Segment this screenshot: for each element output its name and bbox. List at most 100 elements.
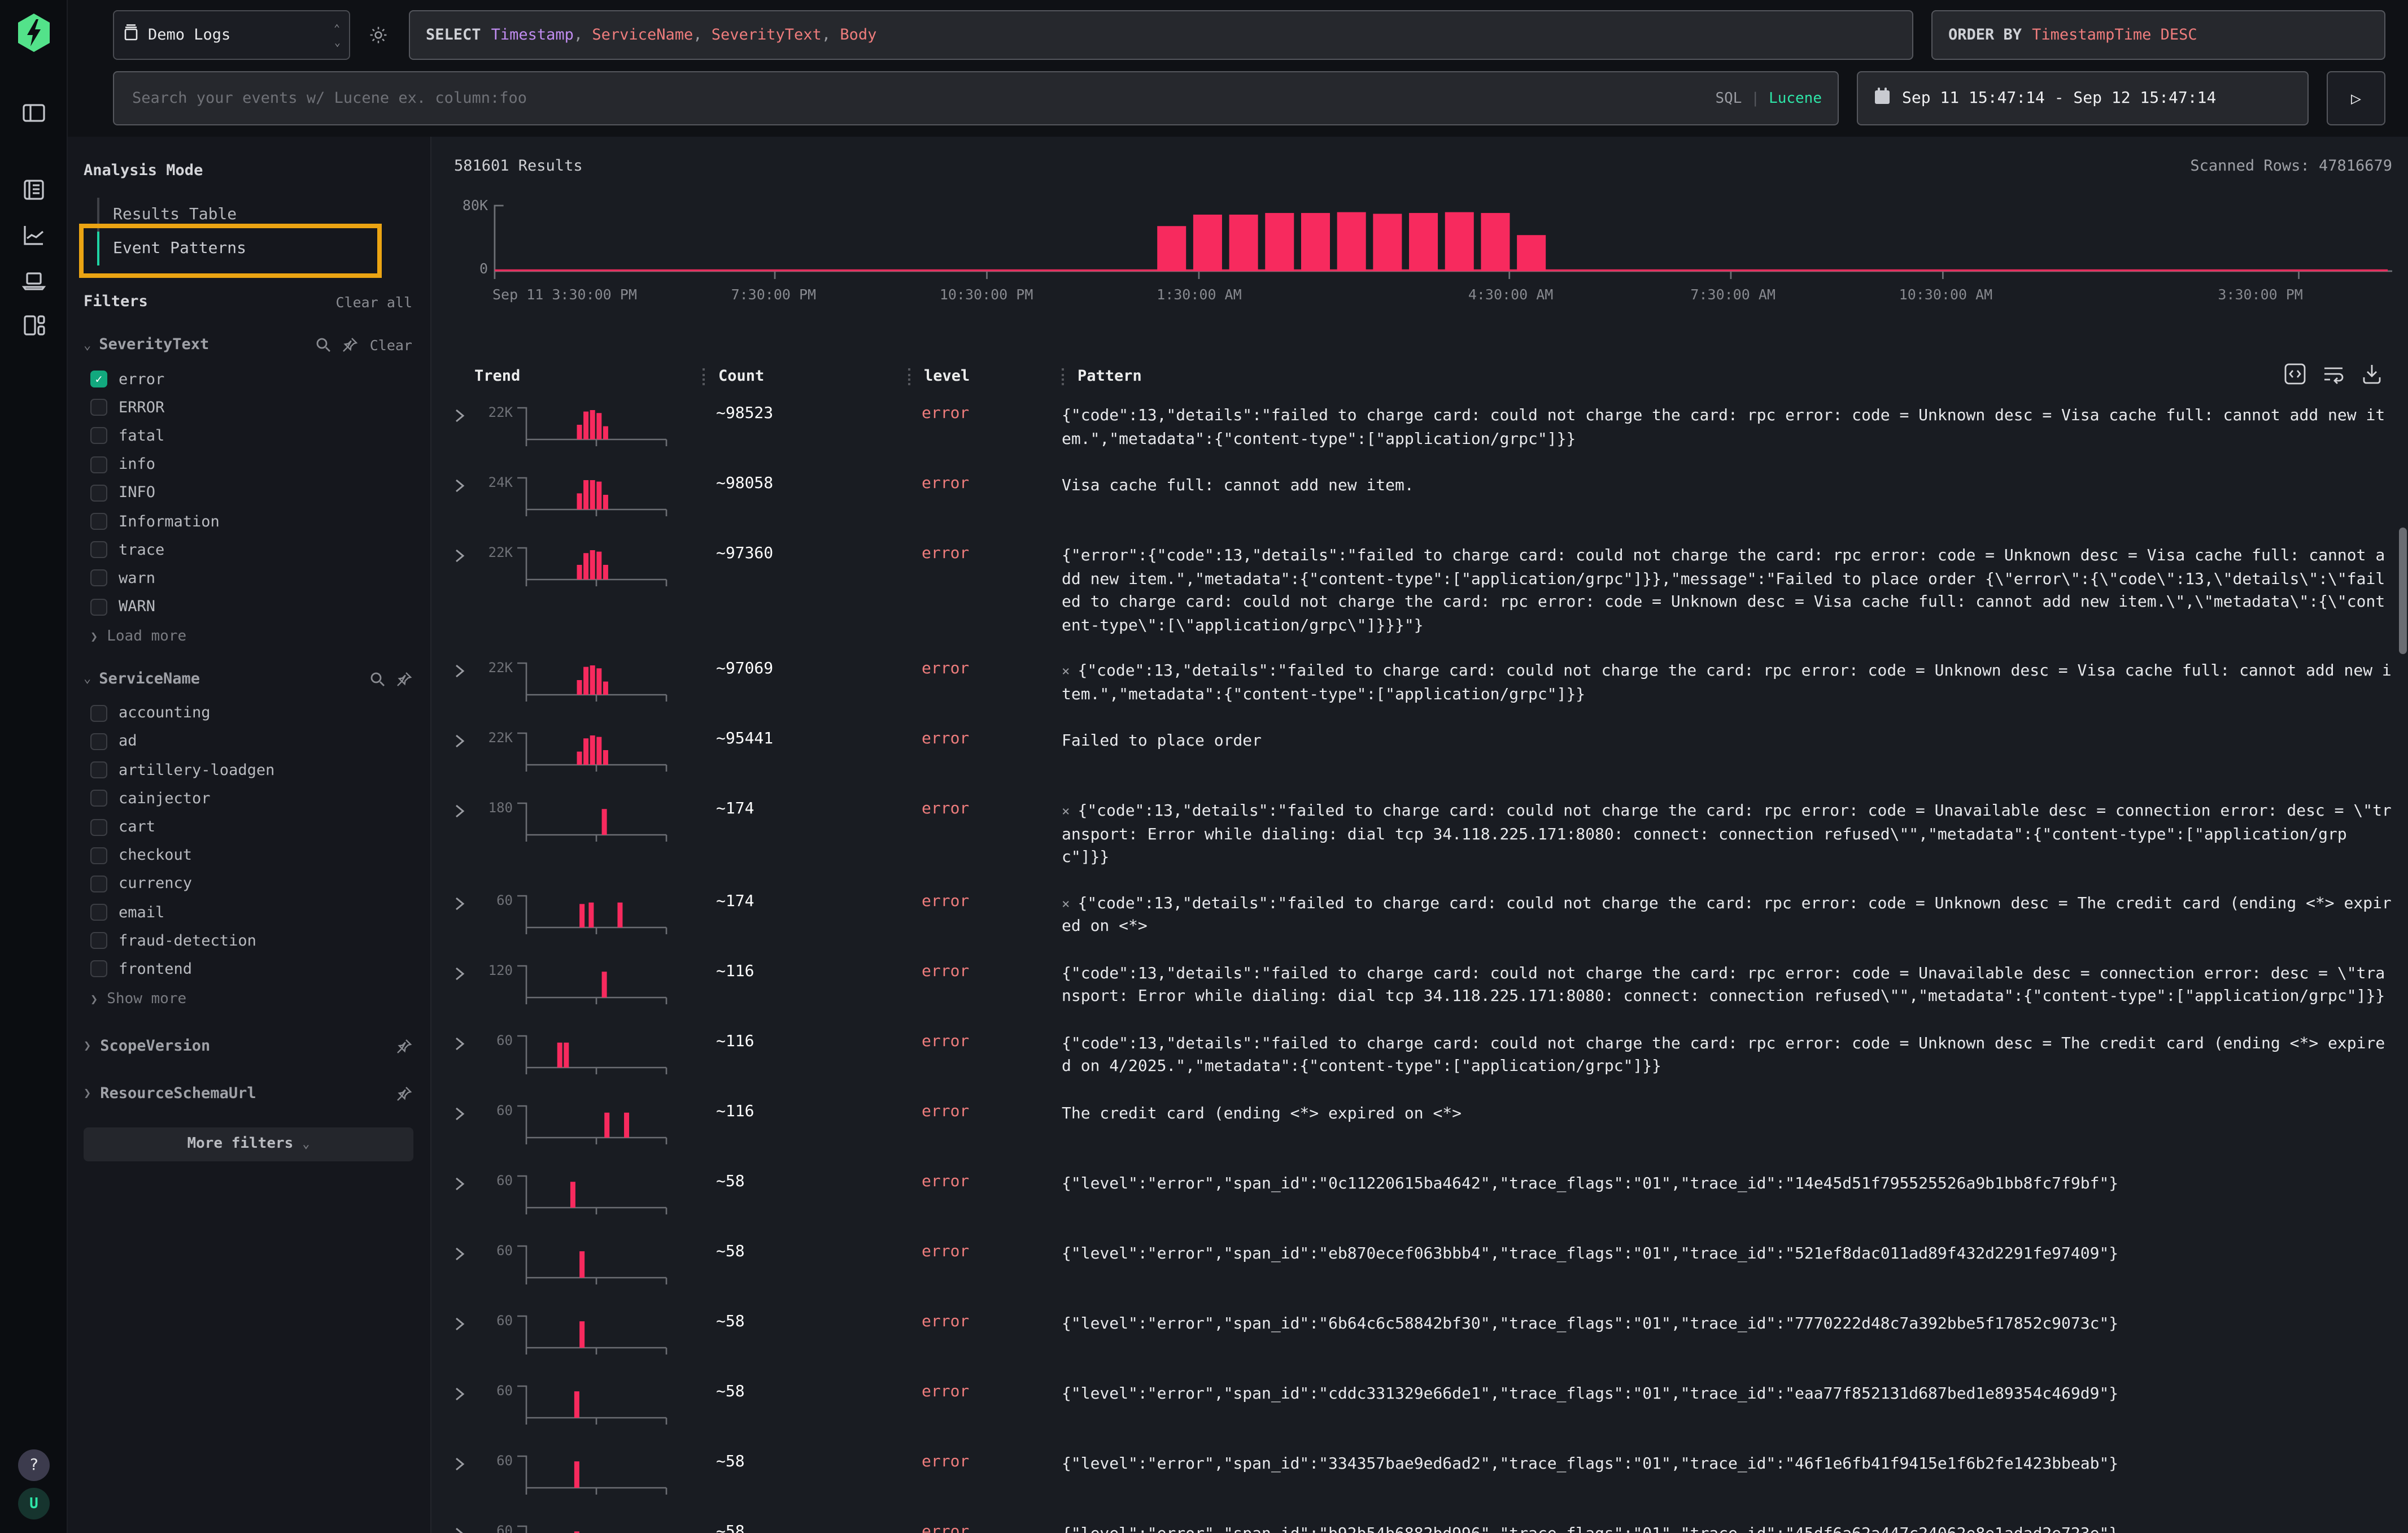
pattern-cell[interactable]: ×{"code":13,"details":"failed to charge … [1062,892,2392,938]
pattern-row[interactable]: 60~58error{"level":"error","span_id":"eb… [454,1230,2392,1300]
filter-option-info[interactable]: info [84,450,412,478]
pattern-row[interactable]: 22K~98523error{"code":13,"details":"fail… [454,392,2392,462]
expand-row-chevron-icon[interactable] [454,1527,474,1533]
checkbox[interactable] [90,761,107,778]
column-header-count[interactable]: Count [718,367,764,385]
column-header-level[interactable]: level [924,367,970,385]
expand-row-chevron-icon[interactable] [454,664,474,681]
orderby-editor[interactable]: ORDER BY TimestampTime DESC [1931,10,2385,60]
pattern-row[interactable]: 24K~98058errorVisa cache full: cannot ad… [454,462,2392,532]
pattern-cell[interactable]: The credit card (ending <*> expired on <… [1062,1102,2392,1125]
filter-option-frontend[interactable]: frontend [84,955,412,983]
filter-option-WARN[interactable]: WARN [84,593,412,621]
checkbox[interactable] [90,705,107,722]
clear-all-filters-button[interactable]: Clear all [336,293,412,310]
expand-row-chevron-icon[interactable] [454,1457,474,1474]
dashboards-icon[interactable] [21,313,46,338]
filter-option-trace[interactable]: trace [84,535,412,564]
pattern-cell[interactable]: {"code":13,"details":"failed to charge c… [1062,962,2392,1008]
filter-option-error[interactable]: ✓error [84,365,412,393]
checkbox[interactable] [90,818,107,835]
expand-row-chevron-icon[interactable] [454,1036,474,1053]
vertical-scrollbar[interactable] [2399,528,2407,654]
pattern-cell[interactable]: ×{"code":13,"details":"failed to charge … [1062,800,2392,869]
run-query-button[interactable]: ▷ [2327,71,2385,125]
pattern-row[interactable]: 60~116error{"code":13,"details":"failed … [454,1020,2392,1090]
filter-group-name[interactable]: ServiceName [99,669,200,687]
analysis-mode-item-event-patterns[interactable]: Event Patterns [97,232,366,265]
pattern-cell[interactable]: {"level":"error","span_id":"6b64c6c58842… [1062,1312,2392,1335]
clear-severity-filter[interactable]: Clear [370,336,412,353]
filter-option-fraud-detection[interactable]: fraud-detection [84,926,412,955]
pattern-row[interactable]: 60~58error{"level":"error","span_id":"0c… [454,1160,2392,1230]
checkbox[interactable] [90,933,107,950]
column-separator[interactable] [703,368,705,385]
filter-option-ad[interactable]: ad [84,728,412,756]
expand-row-chevron-icon[interactable] [454,896,474,913]
checkbox[interactable] [90,513,107,530]
pattern-cell[interactable]: {"code":13,"details":"failed to charge c… [1062,404,2392,451]
checkbox[interactable] [90,456,107,473]
filter-option-accounting[interactable]: accounting [84,699,412,727]
hyperdx-logo-icon[interactable] [15,14,51,52]
column-separator[interactable] [1062,368,1064,385]
user-avatar[interactable]: U [18,1488,50,1519]
filter-group-scopeversion[interactable]: ❯ ScopeVersion [84,1036,412,1055]
select-clause-editor[interactable]: SELECT Timestamp, ServiceName, SeverityT… [409,10,1913,60]
checkbox[interactable] [90,733,107,750]
expand-row-chevron-icon[interactable] [454,409,474,426]
pattern-row[interactable]: 60~58error{"level":"error","span_id":"cd… [454,1370,2392,1440]
filter-group-name[interactable]: SeverityText [99,336,209,354]
filter-option-ERROR[interactable]: ERROR [84,393,412,421]
pattern-cell[interactable]: {"level":"error","span_id":"eb870ecef063… [1062,1242,2392,1265]
filter-option-cainjector[interactable]: cainjector [84,785,412,813]
pin-icon[interactable] [396,1038,412,1053]
checkbox[interactable] [90,904,107,921]
expand-row-chevron-icon[interactable] [454,966,474,983]
pattern-row[interactable]: 60~58error{"level":"error","span_id":"b9… [454,1510,2392,1533]
pattern-cell[interactable]: {"code":13,"details":"failed to charge c… [1062,1032,2392,1078]
pattern-row[interactable]: 60~174error×{"code":13,"details":"failed… [454,879,2392,950]
pattern-row[interactable]: 60~58error{"level":"error","span_id":"33… [454,1440,2392,1510]
wrap-lines-icon[interactable] [2322,363,2345,385]
search-icon[interactable] [316,337,331,352]
checkbox[interactable] [90,541,107,558]
service-show-more[interactable]: ❯ Show more [90,990,412,1007]
sessions-monitor-icon[interactable] [21,268,46,293]
checkbox[interactable] [90,428,107,445]
exclude-pattern-icon[interactable]: × [1062,895,1070,911]
expand-row-chevron-icon[interactable] [454,479,474,496]
expand-row-chevron-icon[interactable] [454,734,474,751]
expand-row-chevron-icon[interactable] [454,1107,474,1123]
checkbox[interactable] [90,847,107,864]
pattern-row[interactable]: 60~58error{"level":"error","span_id":"6b… [454,1300,2392,1370]
filter-option-Information[interactable]: Information [84,507,412,535]
pin-icon[interactable] [396,670,412,686]
source-settings-gear-icon[interactable] [368,10,391,60]
search-input[interactable] [130,88,1704,108]
expand-row-chevron-icon[interactable] [454,804,474,821]
column-header-pattern[interactable]: Pattern [1078,367,1142,385]
mode-lucene-button[interactable]: Lucene [1769,90,1822,107]
chevron-down-icon[interactable]: ⌄ [84,337,91,352]
pattern-cell[interactable]: Failed to place order [1062,730,2392,753]
pattern-row[interactable]: 22K~97069error×{"code":13,"details":"fai… [454,647,2392,717]
pattern-row[interactable]: 60~116errorThe credit card (ending <*> e… [454,1090,2392,1160]
filter-option-checkout[interactable]: checkout [84,841,412,869]
checkbox-checked[interactable]: ✓ [90,371,107,387]
pattern-row[interactable]: 120~116error{"code":13,"details":"failed… [454,950,2392,1020]
more-filters-button[interactable]: More filters ⌄ [84,1127,413,1161]
filter-option-INFO[interactable]: INFO [84,479,412,507]
column-separator[interactable] [908,368,910,385]
expand-row-chevron-icon[interactable] [454,1247,474,1264]
filter-option-email[interactable]: email [84,898,412,926]
chart-explorer-icon[interactable] [21,223,46,247]
filter-option-currency[interactable]: currency [84,870,412,898]
expand-row-chevron-icon[interactable] [454,549,474,566]
sidebar-toggle-icon[interactable] [21,101,46,125]
filter-option-fatal[interactable]: fatal [84,422,412,450]
source-select[interactable]: Demo Logs ⌃⌃ [113,10,350,60]
filter-option-artillery-loadgen[interactable]: artillery-loadgen [84,756,412,784]
pattern-row[interactable]: 22K~95441errorFailed to place order [454,717,2392,787]
severity-load-more[interactable]: ❯ Load more [90,628,412,644]
